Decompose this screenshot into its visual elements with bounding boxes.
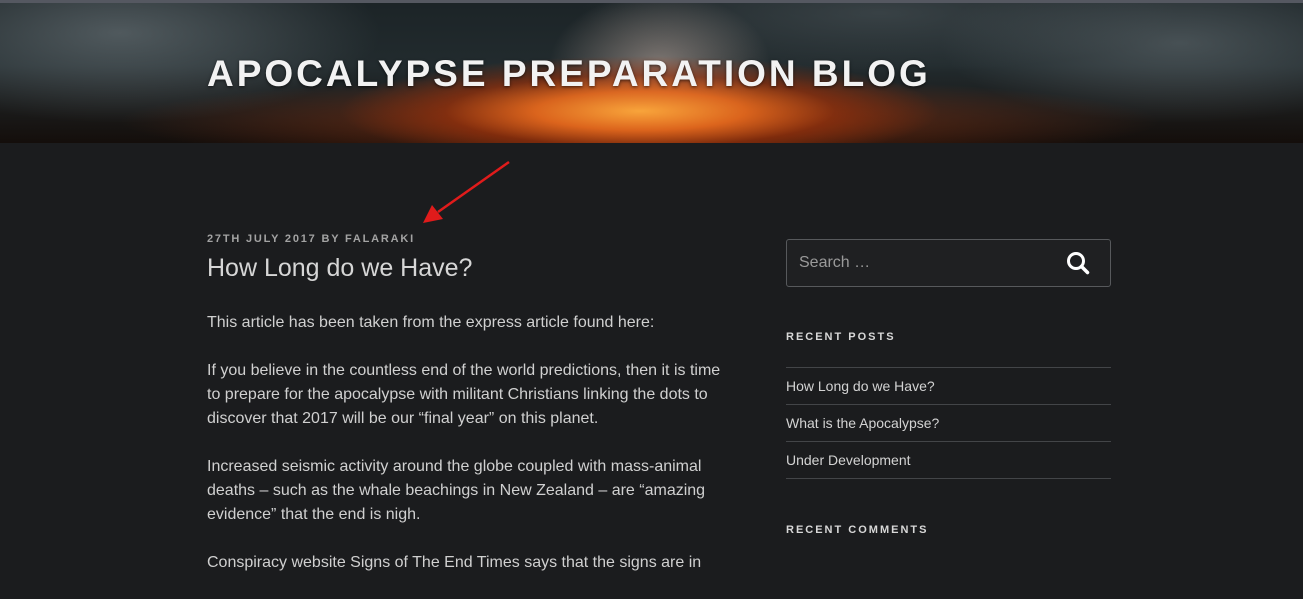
entry-meta: 27TH JULY 2017 BY FALARAKI [207,233,415,245]
search-form [786,239,1111,287]
recent-post-link[interactable]: What is the Apocalypse? [786,405,1111,442]
author-link[interactable]: FALARAKI [345,233,415,245]
post-content: This article has been taken from the exp… [207,311,737,599]
search-icon [1067,252,1090,275]
byline-label: BY [321,233,341,245]
search-input[interactable] [787,240,1037,286]
recent-post-link[interactable]: How Long do we Have? [786,368,1111,405]
recent-posts-list: How Long do we Have? What is the Apocaly… [786,367,1111,479]
site-title[interactable]: APOCALYPSE PREPARATION BLOG [207,53,931,95]
search-button[interactable] [1046,240,1110,286]
post-date-link[interactable]: 27TH JULY 2017 [207,233,317,245]
site-header: APOCALYPSE PREPARATION BLOG [0,3,1303,143]
recent-comments-title: RECENT COMMENTS [786,524,929,536]
post-title[interactable]: How Long do we Have? [207,254,472,283]
post-paragraph: If you believe in the countless end of t… [207,362,721,427]
post-paragraph: This article has been taken from the exp… [207,314,655,331]
post-paragraph: Increased seismic activity around the gl… [207,458,706,523]
recent-posts-title: RECENT POSTS [786,331,896,343]
recent-post-link[interactable]: Under Development [786,442,1111,479]
sidebar: RECENT POSTS How Long do we Have? What i… [786,239,1111,536]
post-paragraph: Conspiracy website Signs of The End Time… [207,554,702,571]
